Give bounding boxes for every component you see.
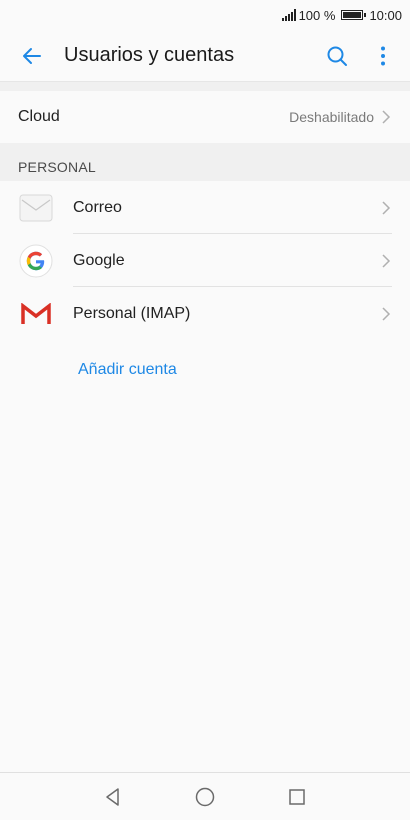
search-button[interactable] xyxy=(314,30,360,82)
page-title: Usuarios y cuentas xyxy=(64,44,235,66)
cloud-status: Deshabilitado xyxy=(289,109,374,125)
chevron-right-icon xyxy=(380,253,392,269)
nav-home-icon xyxy=(195,787,215,806)
navigation-bar xyxy=(0,772,410,820)
chevron-right-icon xyxy=(380,306,392,322)
battery-icon xyxy=(341,10,367,20)
account-label: Correo xyxy=(73,198,122,216)
account-label: Personal (IMAP) xyxy=(73,304,191,322)
nav-recents-icon xyxy=(289,788,305,805)
nav-back-button[interactable] xyxy=(98,782,128,812)
search-icon xyxy=(327,46,347,66)
account-label: Google xyxy=(73,251,125,269)
section-header-personal: PERSONAL xyxy=(0,143,410,181)
battery-percent: 100 % xyxy=(298,7,336,23)
add-account-button[interactable]: Añadir cuenta xyxy=(78,355,177,385)
app-bar: Usuarios y cuentas xyxy=(0,30,410,82)
more-options-button[interactable] xyxy=(360,30,406,82)
account-row-correo[interactable]: Correo xyxy=(0,181,410,234)
top-spacer xyxy=(0,82,410,91)
back-button[interactable] xyxy=(0,30,64,82)
nav-home-button[interactable] xyxy=(190,782,220,812)
google-g-icon xyxy=(18,243,54,279)
account-row-personal-imap[interactable]: Personal (IMAP) xyxy=(0,287,410,340)
back-arrow-icon xyxy=(23,47,41,64)
chevron-right-icon xyxy=(380,109,392,125)
nav-recents-button[interactable] xyxy=(282,782,312,812)
signal-icon xyxy=(281,9,296,21)
status-bar: 100 % 10:00 xyxy=(0,0,410,30)
more-vert-icon xyxy=(381,46,385,65)
cloud-row[interactable]: Cloud Deshabilitado xyxy=(0,91,410,143)
email-envelope-icon xyxy=(18,190,54,226)
chevron-right-icon xyxy=(380,200,392,216)
clock: 10:00 xyxy=(369,7,402,23)
nav-back-icon xyxy=(106,787,119,806)
gmail-m-icon xyxy=(18,296,54,332)
cloud-label: Cloud xyxy=(18,108,60,125)
account-row-google[interactable]: Google xyxy=(0,234,410,287)
